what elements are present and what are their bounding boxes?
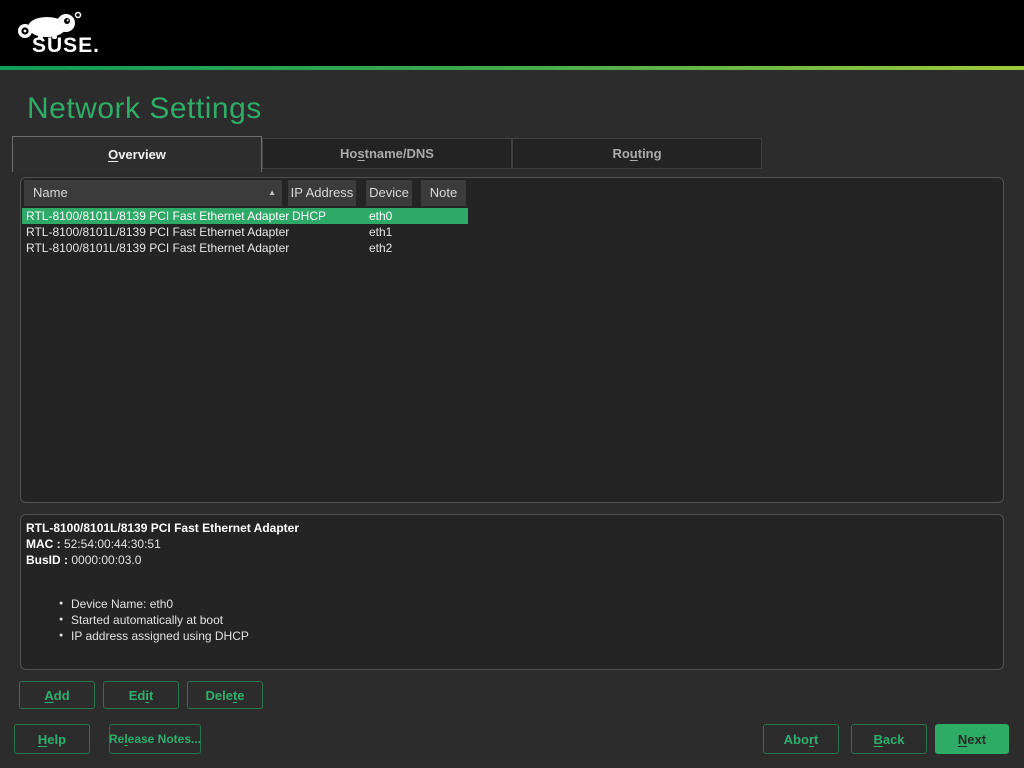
bullet-item: Device Name: eth0 [59, 596, 249, 612]
tab-bar: Overview Hostname/DNS Routing [12, 136, 762, 172]
add-button[interactable]: Add [19, 681, 95, 709]
column-name-label: Name [33, 185, 68, 200]
column-header-ip-address[interactable]: IP Address [288, 180, 356, 206]
table-row[interactable]: RTL-8100/8101L/8139 PCI Fast Ethernet Ad… [22, 208, 468, 224]
accent-divider [0, 66, 1024, 70]
add-label-post: dd [54, 688, 70, 703]
abort-label-post: t [814, 732, 818, 747]
column-ip-label: IP Address [291, 185, 354, 200]
suse-banner: SUSE. [0, 0, 1024, 66]
help-button[interactable]: Help [14, 724, 90, 754]
tab-hostname-label-pre: Ho [340, 146, 357, 161]
column-header-device[interactable]: Device [366, 180, 412, 206]
network-settings-window: SUSE. Network Settings Overview Hostname… [0, 0, 1024, 768]
table-row[interactable]: RTL-8100/8101L/8139 PCI Fast Ethernet Ad… [22, 240, 982, 256]
tab-hostname-dns[interactable]: Hostname/DNS [262, 138, 512, 169]
sort-ascending-icon: ▲ [268, 180, 276, 206]
tab-hostname-label-post: tname/DNS [365, 146, 434, 161]
mac-label: MAC : [26, 537, 64, 551]
cell-name: RTL-8100/8101L/8139 PCI Fast Ethernet Ad… [26, 240, 289, 256]
tab-routing-label-post: ting [638, 146, 662, 161]
table-header: Name ▲ IP Address Device Note [21, 178, 1003, 208]
delete-label-pre: Dele [205, 688, 232, 703]
add-label-key: A [44, 688, 53, 703]
tab-routing[interactable]: Routing [512, 138, 762, 169]
cell-device: eth0 [369, 208, 392, 224]
interface-details: RTL-8100/8101L/8139 PCI Fast Ethernet Ad… [20, 514, 1004, 670]
cell-device: eth2 [369, 240, 392, 256]
back-button[interactable]: Back [851, 724, 927, 754]
cell-ip-address: DHCP [292, 208, 326, 224]
interfaces-table: Name ▲ IP Address Device Note RTL-8100/81… [20, 177, 1004, 503]
table-row[interactable]: RTL-8100/8101L/8139 PCI Fast Ethernet Ad… [22, 224, 982, 240]
edit-label-pre: Ed [129, 688, 146, 703]
next-button[interactable]: Next [935, 724, 1009, 754]
column-device-label: Device [369, 185, 409, 200]
suse-logo-text: SUSE. [32, 34, 100, 58]
column-header-name[interactable]: Name ▲ [24, 180, 282, 206]
delete-button[interactable]: Delete [187, 681, 263, 709]
release-notes-label-pre: Re [109, 732, 124, 746]
tab-routing-label-pre: Ro [612, 146, 629, 161]
bullet-item: IP address assigned using DHCP [59, 628, 249, 644]
tab-overview-label-key: O [108, 147, 118, 162]
abort-label-pre: Abo [784, 732, 809, 747]
busid-value: 0000:00:03.0 [71, 553, 141, 567]
cell-name: RTL-8100/8101L/8139 PCI Fast Ethernet Ad… [26, 208, 289, 224]
next-label-key: N [958, 732, 967, 747]
details-mac-line: MAC : 52:54:00:44:30:51 [26, 536, 161, 552]
mac-value: 52:54:00:44:30:51 [64, 537, 161, 551]
edit-label-post: t [149, 688, 153, 703]
details-bullet-list: Device Name: eth0 Started automatically … [59, 596, 249, 644]
tab-overview[interactable]: Overview [12, 136, 262, 172]
help-label-key: H [38, 732, 47, 747]
delete-label-post: e [237, 688, 244, 703]
release-notes-button[interactable]: Release Notes... [109, 724, 201, 754]
tab-routing-label-key: u [630, 146, 638, 161]
release-notes-label-post: ease Notes... [128, 732, 201, 746]
next-label-post: ext [967, 732, 986, 747]
details-title: RTL-8100/8101L/8139 PCI Fast Ethernet Ad… [26, 520, 299, 536]
details-busid-line: BusID : 0000:00:03.0 [26, 552, 141, 568]
page-title: Network Settings [27, 92, 262, 126]
cell-name: RTL-8100/8101L/8139 PCI Fast Ethernet Ad… [26, 224, 289, 240]
help-label-post: elp [47, 732, 66, 747]
column-note-label: Note [430, 185, 457, 200]
suse-logo: SUSE. [14, 8, 104, 60]
cell-device: eth1 [369, 224, 392, 240]
abort-button[interactable]: Abort [763, 724, 839, 754]
tab-hostname-label-key: s [357, 146, 364, 161]
bullet-item: Started automatically at boot [59, 612, 249, 628]
column-header-note[interactable]: Note [421, 180, 466, 206]
back-label-post: ack [883, 732, 905, 747]
tab-overview-label-post: verview [118, 147, 166, 162]
busid-label: BusID : [26, 553, 71, 567]
back-label-key: B [873, 732, 882, 747]
edit-button[interactable]: Edit [103, 681, 179, 709]
